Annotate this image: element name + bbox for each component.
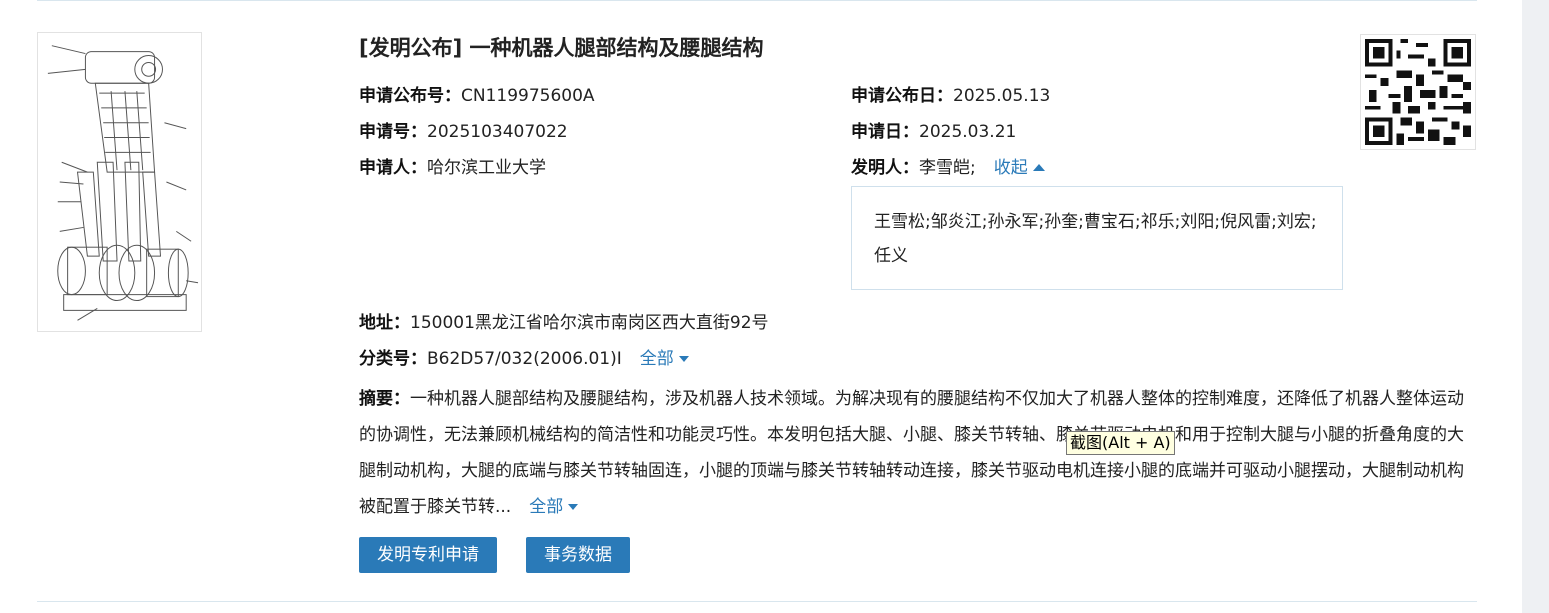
qr-code bbox=[1360, 34, 1476, 150]
address-field: 地址：150001黑龙江省哈尔滨市南岗区西大直街92号 bbox=[359, 311, 769, 335]
application-date-value: 2025.03.21 bbox=[919, 122, 1017, 142]
inventor-field: 发明人：李雪皑; 收起 bbox=[851, 156, 1045, 180]
publication-date-field: 申请公布日：2025.05.13 bbox=[851, 84, 1050, 108]
patent-application-button[interactable]: 发明专利申请 bbox=[359, 537, 497, 573]
inventor-collapse-label: 收起 bbox=[993, 158, 1028, 178]
inventors-more-value: 王雪松;邹炎江;孙永军;孙奎;曹宝石;祁乐;刘阳;倪风雷;刘宏;任义 bbox=[874, 212, 1317, 266]
abstract: 摘要：一种机器人腿部结构及腰腿结构，涉及机器人技术领域。为解决现有的腰腿结构不仅… bbox=[359, 381, 1473, 525]
applicant-label: 申请人： bbox=[359, 158, 427, 178]
application-number-value: 2025103407022 bbox=[427, 122, 568, 142]
publication-number-label: 申请公布号： bbox=[359, 86, 461, 106]
address-value: 150001黑龙江省哈尔滨市南岗区西大直街92号 bbox=[410, 313, 769, 333]
screenshot-tooltip: 截图(Alt + A) bbox=[1066, 431, 1175, 455]
bottom-divider bbox=[37, 601, 1477, 602]
abstract-expand-label: 全部 bbox=[529, 497, 564, 517]
classification-value: B62D57/032(2006.01)I bbox=[427, 349, 622, 369]
application-date-label: 申请日： bbox=[851, 122, 919, 142]
robot-leg-drawing bbox=[47, 45, 199, 321]
address-label: 地址： bbox=[359, 313, 410, 333]
publication-number-field: 申请公布号：CN119975600A bbox=[359, 84, 595, 108]
publication-number-value: CN119975600A bbox=[461, 86, 595, 106]
scroll-gutter bbox=[1522, 0, 1549, 613]
top-divider bbox=[37, 0, 1477, 1]
affairs-data-button[interactable]: 事务数据 bbox=[526, 537, 630, 573]
application-date-field: 申请日：2025.03.21 bbox=[851, 120, 1016, 144]
triangle-down-icon bbox=[678, 356, 689, 362]
applicant-field: 申请人：哈尔滨工业大学 bbox=[359, 156, 546, 180]
qr-code-icon bbox=[1361, 35, 1475, 149]
patent-title[interactable]: [发明公布] 一种机器人腿部结构及腰腿结构 bbox=[359, 32, 764, 62]
patent-drawing-thumbnail[interactable] bbox=[37, 32, 202, 332]
triangle-down-icon bbox=[568, 504, 579, 510]
application-number-label: 申请号： bbox=[359, 122, 427, 142]
application-number-field: 申请号：2025103407022 bbox=[359, 120, 568, 144]
abstract-label: 摘要： bbox=[359, 389, 410, 409]
publication-date-label: 申请公布日： bbox=[851, 86, 953, 106]
inventor-label: 发明人： bbox=[851, 158, 919, 178]
classification-expand-label: 全部 bbox=[639, 349, 674, 369]
classification-label: 分类号： bbox=[359, 349, 427, 369]
inventors-expanded-box: 王雪松;邹炎江;孙永军;孙奎;曹宝石;祁乐;刘阳;倪风雷;刘宏;任义 bbox=[851, 186, 1343, 290]
abstract-text: 一种机器人腿部结构及腰腿结构，涉及机器人技术领域。为解决现有的腰腿结构不仅加大了… bbox=[359, 389, 1464, 517]
triangle-up-icon bbox=[1032, 164, 1045, 171]
inventor-collapse-toggle[interactable]: 收起 bbox=[994, 158, 1045, 178]
classification-expand-toggle[interactable]: 全部 bbox=[640, 349, 689, 369]
inventor-first-value: 李雪皑; bbox=[919, 158, 976, 178]
classification-field: 分类号：B62D57/032(2006.01)I 全部 bbox=[359, 347, 689, 371]
publication-date-value: 2025.05.13 bbox=[953, 86, 1051, 106]
applicant-value: 哈尔滨工业大学 bbox=[427, 158, 546, 178]
abstract-expand-toggle[interactable]: 全部 bbox=[529, 497, 579, 517]
